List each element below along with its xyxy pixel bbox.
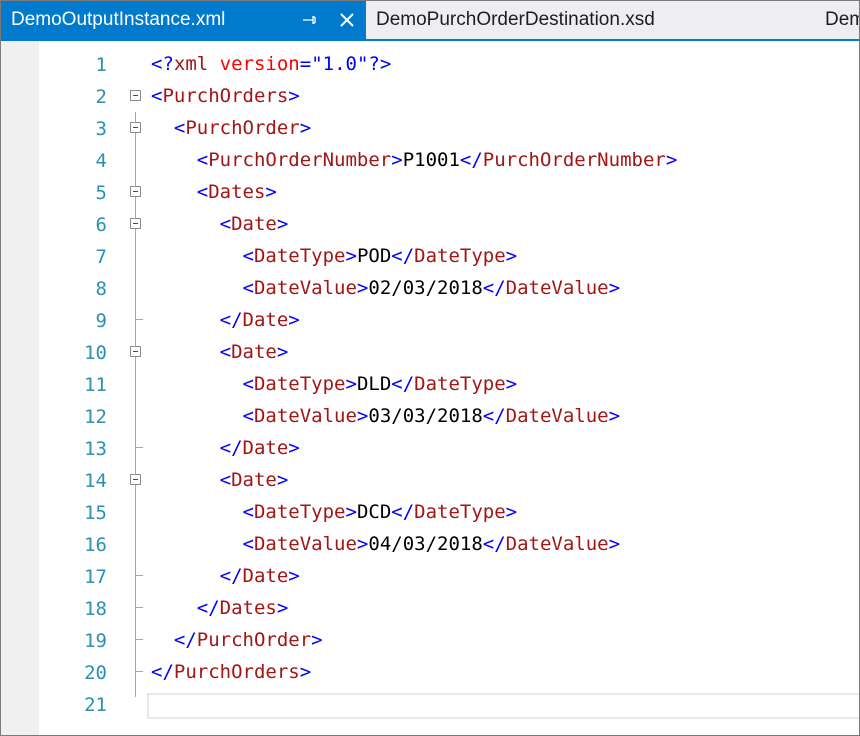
code-line[interactable]: 17 </Date> (1, 561, 859, 593)
line-content: </Date> (219, 565, 300, 587)
tab-label: DemoPurchOrderDestination.xsd (376, 9, 655, 30)
editor-window: DemoOutputInstance.xml DemoPurchOrderDes… (0, 0, 860, 736)
line-number: 14 (84, 470, 107, 492)
line-content: <DateType>DCD</DateType> (242, 501, 518, 523)
line-number: 8 (95, 278, 107, 300)
line-number: 19 (84, 630, 107, 652)
code-line[interactable]: 11 <DateType>DLD</DateType> (1, 369, 859, 401)
collapse-icon[interactable] (130, 346, 141, 357)
line-content: <PurchOrders> (151, 85, 300, 107)
code-line[interactable]: 8 <DateValue>02/03/2018</DateValue> (1, 273, 859, 305)
code-line[interactable]: 9 </Date> (1, 305, 859, 337)
code-line[interactable]: 13 </Date> (1, 433, 859, 465)
line-number: 11 (84, 374, 107, 396)
document-tab-strip: DemoOutputInstance.xml DemoPurchOrderDes… (1, 1, 859, 41)
line-content: <Dates> (196, 181, 277, 203)
code-line[interactable]: 15 <DateType>DCD</DateType> (1, 497, 859, 529)
line-content: <DateType>POD</DateType> (242, 245, 518, 267)
fold-end-marker (135, 575, 143, 576)
code-line[interactable]: 14 <Date> (1, 465, 859, 497)
code-line[interactable]: 1 <?xml version="1.0"?> (1, 49, 859, 81)
tab-demo-purch-order-destination[interactable]: DemoPurchOrderDestination.xsd (366, 1, 811, 39)
code-line[interactable]: 20 </PurchOrders> (1, 657, 859, 689)
code-line[interactable]: 18 </Dates> (1, 593, 859, 625)
code-line[interactable]: 7 <DateType>POD</DateType> (1, 241, 859, 273)
line-number: 21 (84, 694, 107, 716)
line-number: 9 (95, 310, 107, 332)
line-number: 16 (84, 534, 107, 556)
line-content: <DateValue>04/03/2018</DateValue> (242, 533, 621, 555)
line-number: 20 (84, 662, 107, 684)
line-number: 7 (95, 246, 107, 268)
line-content: <?xml version="1.0"?> (151, 53, 392, 75)
line-content: <PurchOrderNumber>P1001</PurchOrderNumbe… (196, 149, 678, 171)
line-content: <DateType>DLD</DateType> (242, 373, 518, 395)
line-content: </Date> (219, 309, 300, 331)
line-content: <Date> (219, 469, 289, 491)
line-content: </PurchOrders> (151, 661, 312, 683)
collapse-icon[interactable] (130, 474, 141, 485)
line-number: 13 (84, 438, 107, 460)
close-icon[interactable] (337, 10, 357, 30)
pin-icon[interactable] (301, 12, 317, 28)
collapse-icon[interactable] (130, 122, 141, 133)
code-line[interactable]: 5 <Dates> (1, 177, 859, 209)
line-content: <DateValue>03/03/2018</DateValue> (242, 405, 621, 427)
code-line[interactable]: 6 <Date> (1, 209, 859, 241)
line-content: </PurchOrder> (173, 629, 323, 651)
line-number: 5 (95, 182, 107, 204)
line-number: 12 (84, 406, 107, 428)
collapse-icon[interactable] (130, 186, 141, 197)
line-number: 18 (84, 598, 107, 620)
code-line[interactable]: 16 <DateValue>04/03/2018</DateValue> (1, 529, 859, 561)
collapse-icon[interactable] (130, 218, 141, 229)
line-number: 1 (95, 54, 107, 76)
line-number: 6 (95, 214, 107, 236)
fold-end-marker (135, 447, 143, 448)
line-number: 4 (95, 150, 107, 172)
line-number: 17 (84, 566, 107, 588)
fold-end-marker (135, 639, 143, 640)
fold-end-marker (135, 671, 143, 672)
code-line[interactable]: 19 </PurchOrder> (1, 625, 859, 657)
current-line-highlight (147, 693, 859, 719)
line-number: 2 (95, 86, 107, 108)
code-line[interactable]: 3 <PurchOrder> (1, 113, 859, 145)
code-line[interactable]: 2 <PurchOrders> (1, 81, 859, 113)
collapse-icon[interactable] (130, 90, 141, 101)
code-line[interactable]: 12 <DateValue>03/03/2018</DateValue> (1, 401, 859, 433)
line-number: 3 (95, 118, 107, 140)
tab-demo-overflow[interactable]: Demo (815, 1, 859, 39)
tab-demo-output-instance[interactable]: DemoOutputInstance.xml (1, 1, 366, 39)
line-content: <Date> (219, 213, 289, 235)
fold-end-marker (135, 607, 143, 608)
code-line[interactable]: 4 <PurchOrderNumber>P1001</PurchOrderNum… (1, 145, 859, 177)
tab-label: Demo (825, 9, 859, 30)
line-content: <PurchOrder> (173, 117, 312, 139)
fold-end-marker (135, 319, 143, 320)
line-content: <DateValue>02/03/2018</DateValue> (242, 277, 621, 299)
code-line-current[interactable]: 21 (1, 689, 859, 721)
line-content: </Date> (219, 437, 300, 459)
code-editor[interactable]: 1 <?xml version="1.0"?> 2 <PurchOrders> … (1, 41, 859, 735)
code-line[interactable]: 10 <Date> (1, 337, 859, 369)
line-content: <Date> (219, 341, 289, 363)
tab-label: DemoOutputInstance.xml (11, 9, 226, 30)
line-number: 10 (84, 342, 107, 364)
line-number: 15 (84, 502, 107, 524)
line-content: </Dates> (196, 597, 289, 619)
